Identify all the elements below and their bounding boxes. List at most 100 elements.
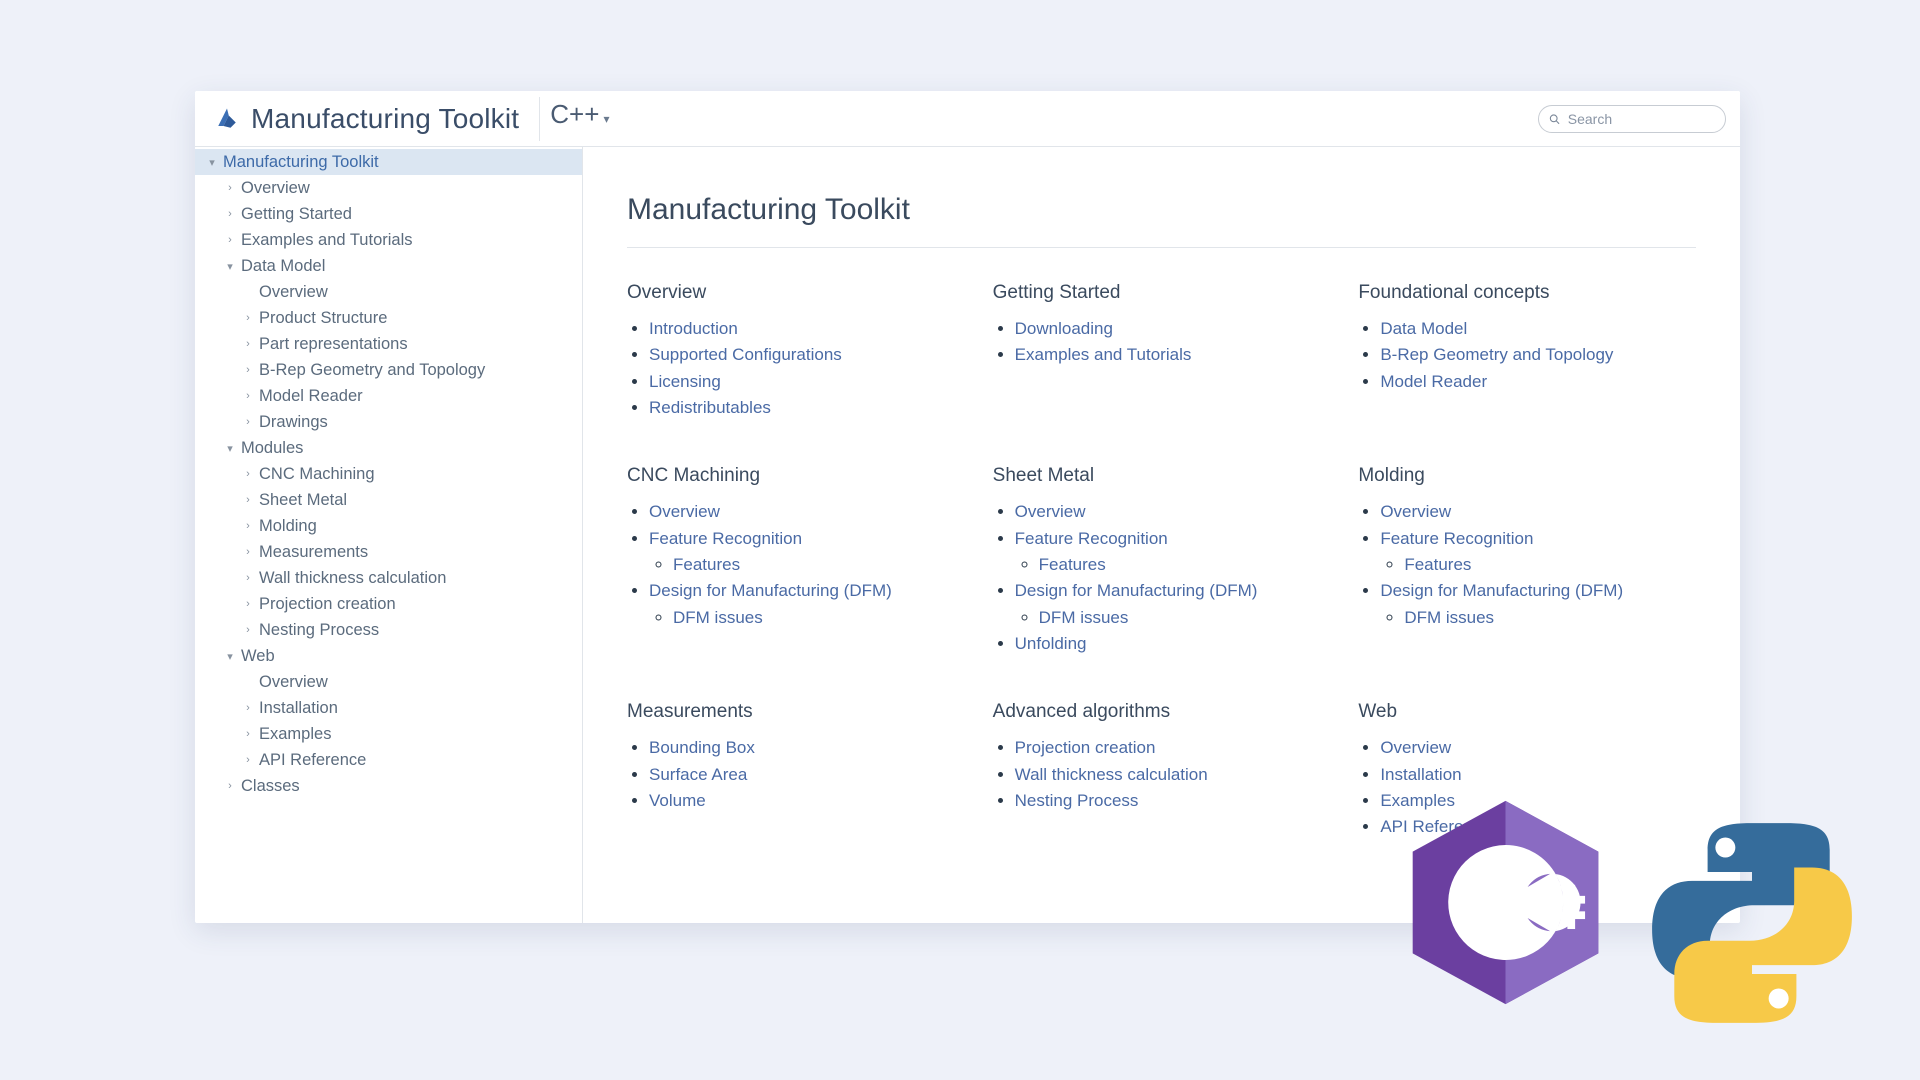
product-name: Manufacturing Toolkit bbox=[251, 103, 519, 135]
content-link-item: Features bbox=[1404, 552, 1696, 578]
content-link[interactable]: Model Reader bbox=[1380, 372, 1487, 391]
content-link-item: Design for Manufacturing (DFM) DFM issues bbox=[1015, 578, 1331, 631]
search-box[interactable] bbox=[1538, 105, 1726, 133]
content-link[interactable]: DFM issues bbox=[1039, 608, 1129, 627]
content-link[interactable]: Overview bbox=[649, 502, 720, 521]
nav-item-label: Modules bbox=[241, 439, 303, 458]
nav-item[interactable]: ›Molding bbox=[195, 513, 582, 539]
nav-item[interactable]: ›Measurements bbox=[195, 539, 582, 565]
language-dropdown[interactable]: C++ ▾ bbox=[539, 97, 619, 141]
chevron-right-icon: › bbox=[241, 754, 255, 766]
nav-item[interactable]: ›B-Rep Geometry and Topology bbox=[195, 357, 582, 383]
content-link[interactable]: Overview bbox=[1380, 738, 1451, 757]
header: Manufacturing Toolkit C++ ▾ bbox=[195, 91, 1740, 147]
content-link[interactable]: Overview bbox=[1380, 502, 1451, 521]
nav-item[interactable]: ›Examples bbox=[195, 721, 582, 747]
nav-item[interactable]: ▾ Modules bbox=[195, 435, 582, 461]
nav-item-label: Wall thickness calculation bbox=[259, 569, 446, 588]
nav-item-label: Manufacturing Toolkit bbox=[223, 153, 379, 172]
content-link[interactable]: Redistributables bbox=[649, 398, 771, 417]
content-link-item: B-Rep Geometry and Topology bbox=[1380, 342, 1696, 368]
content-link[interactable]: Unfolding bbox=[1015, 634, 1087, 653]
nav-item[interactable]: ›CNC Machining bbox=[195, 461, 582, 487]
nav-item[interactable]: ›Classes bbox=[195, 773, 582, 799]
nav-item-label: Sheet Metal bbox=[259, 491, 347, 510]
content-link[interactable]: Feature Recognition bbox=[1015, 529, 1168, 548]
section-heading: Web bbox=[1358, 701, 1696, 723]
nav-item[interactable]: ›API Reference bbox=[195, 747, 582, 773]
content-link-item: Design for Manufacturing (DFM) DFM issues bbox=[649, 578, 965, 631]
nav-item[interactable]: ›Sheet Metal bbox=[195, 487, 582, 513]
search-input[interactable] bbox=[1566, 110, 1715, 128]
nav-item[interactable]: › Wall thickness calculation bbox=[195, 565, 582, 591]
nav-item[interactable]: ›Overview bbox=[195, 175, 582, 201]
content-link[interactable]: B-Rep Geometry and Topology bbox=[1380, 345, 1613, 364]
content-link-item: Examples and Tutorials bbox=[1015, 342, 1331, 368]
content-link[interactable]: Feature Recognition bbox=[1380, 529, 1533, 548]
nav-item-label: CNC Machining bbox=[259, 465, 375, 484]
nav-tree: ▾Manufacturing Toolkit›Overview›Getting … bbox=[195, 147, 583, 923]
content-link[interactable]: Supported Configurations bbox=[649, 345, 842, 364]
content-link[interactable]: Projection creation bbox=[1015, 738, 1156, 757]
chevron-right-icon: › bbox=[241, 520, 255, 532]
nav-item[interactable]: ›Part representations bbox=[195, 331, 582, 357]
chevron-down-icon: ▾ bbox=[205, 156, 219, 169]
content-link-item: Installation bbox=[1380, 762, 1696, 788]
content-link[interactable]: Volume bbox=[649, 791, 706, 810]
chevron-down-icon: ▾ bbox=[603, 112, 609, 126]
content-link-item: Data Model bbox=[1380, 316, 1696, 342]
nav-item[interactable]: Overview bbox=[195, 669, 582, 695]
content-link-item: Supported Configurations bbox=[649, 342, 965, 368]
content-link[interactable]: Downloading bbox=[1015, 319, 1113, 338]
chevron-right-icon: › bbox=[241, 572, 255, 584]
content-link[interactable]: Data Model bbox=[1380, 319, 1467, 338]
nav-item[interactable]: ›Nesting Process bbox=[195, 617, 582, 643]
content-link-item: Design for Manufacturing (DFM) DFM issues bbox=[1380, 578, 1696, 631]
content-link[interactable]: Feature Recognition bbox=[649, 529, 802, 548]
content-link[interactable]: DFM issues bbox=[673, 608, 763, 627]
content-link[interactable]: DFM issues bbox=[1404, 608, 1494, 627]
content-link[interactable]: Overview bbox=[1015, 502, 1086, 521]
content-link-item: Overview bbox=[1380, 499, 1696, 525]
section-heading: CNC Machining bbox=[627, 465, 965, 487]
content-link[interactable]: Design for Manufacturing (DFM) bbox=[1380, 581, 1623, 600]
nav-item[interactable]: ›Product Structure bbox=[195, 305, 582, 331]
content-link[interactable]: Licensing bbox=[649, 372, 721, 391]
chevron-down-icon: ▾ bbox=[223, 442, 237, 455]
nav-item[interactable]: ▾ Manufacturing Toolkit bbox=[195, 149, 582, 175]
content-link-item: Model Reader bbox=[1380, 369, 1696, 395]
chevron-right-icon: › bbox=[241, 338, 255, 350]
nav-item-label: Measurements bbox=[259, 543, 368, 562]
nav-item-label: Overview bbox=[259, 283, 328, 302]
content-link[interactable]: Bounding Box bbox=[649, 738, 755, 757]
section-heading: Overview bbox=[627, 282, 965, 304]
content-link[interactable]: Features bbox=[673, 555, 740, 574]
nav-item[interactable]: ›Drawings bbox=[195, 409, 582, 435]
section-grid: Overview Introduction Supported Configurat… bbox=[627, 272, 1696, 841]
nav-item[interactable]: ›Installation bbox=[195, 695, 582, 721]
nav-item[interactable]: ›Model Reader bbox=[195, 383, 582, 409]
content-link-item: DFM issues bbox=[673, 605, 965, 631]
product-logo[interactable]: Manufacturing Toolkit bbox=[205, 99, 527, 139]
content-link-item: Downloading bbox=[1015, 316, 1331, 342]
nav-item-label: Projection creation bbox=[259, 595, 396, 614]
content-link[interactable]: Design for Manufacturing (DFM) bbox=[1015, 581, 1258, 600]
nav-item-label: Installation bbox=[259, 699, 338, 718]
content-link[interactable]: Introduction bbox=[649, 319, 738, 338]
chevron-right-icon: › bbox=[223, 182, 237, 194]
content-link[interactable]: Features bbox=[1039, 555, 1106, 574]
content-link[interactable]: Features bbox=[1404, 555, 1471, 574]
nav-item[interactable]: ›Examples and Tutorials bbox=[195, 227, 582, 253]
content-section: MoldingOverviewFeature RecognitionFeatur… bbox=[1358, 455, 1696, 657]
content-link[interactable]: Design for Manufacturing (DFM) bbox=[649, 581, 892, 600]
content-link[interactable]: Installation bbox=[1380, 765, 1461, 784]
content-link[interactable]: Nesting Process bbox=[1015, 791, 1139, 810]
content-link[interactable]: Wall thickness calculation bbox=[1015, 765, 1208, 784]
nav-item[interactable]: ›Projection creation bbox=[195, 591, 582, 617]
content-link[interactable]: Surface Area bbox=[649, 765, 747, 784]
nav-item[interactable]: ▾Data Model bbox=[195, 253, 582, 279]
nav-item[interactable]: ›Getting Started bbox=[195, 201, 582, 227]
content-link[interactable]: Examples and Tutorials bbox=[1015, 345, 1192, 364]
nav-item[interactable]: ▾Web bbox=[195, 643, 582, 669]
nav-item[interactable]: Overview bbox=[195, 279, 582, 305]
